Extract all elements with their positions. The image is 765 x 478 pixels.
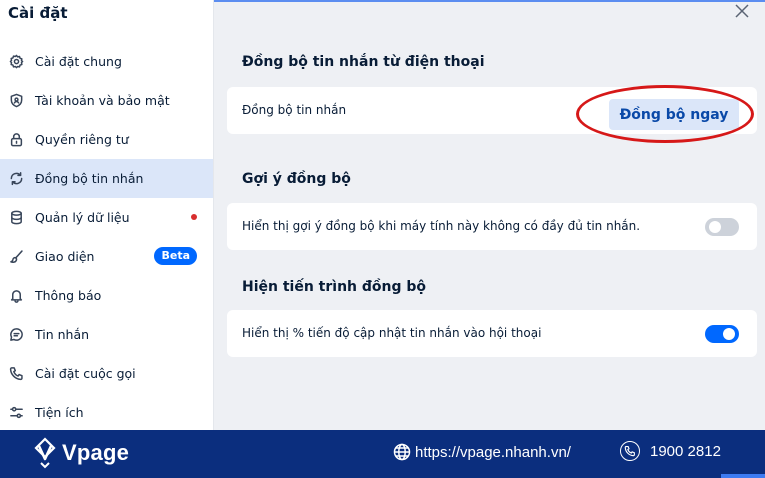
close-icon xyxy=(735,4,749,18)
sliders-icon xyxy=(8,405,24,421)
sidebar-item-data-management[interactable]: Quản lý dữ liệu xyxy=(0,198,213,237)
toggle-knob xyxy=(723,328,735,340)
sidebar-item-label: Đồng bộ tin nhắn xyxy=(35,171,144,186)
sidebar-item-messages[interactable]: Tin nhắn xyxy=(0,315,213,354)
sidebar-item-label: Giao diện xyxy=(35,249,95,264)
section-title-sync-progress: Hiện tiến trình đồng bộ xyxy=(242,279,427,295)
lock-icon xyxy=(8,132,24,148)
sidebar-item-label: Cài đặt cuộc gọi xyxy=(35,366,136,381)
phone-circle-icon xyxy=(620,441,640,461)
sidebar-item-message-sync[interactable]: Đồng bộ tin nhắn xyxy=(0,159,213,198)
section-title-sync-suggestion: Gợi ý đồng bộ xyxy=(242,171,351,187)
sidebar-item-utilities[interactable]: Tiện ích xyxy=(0,393,213,432)
message-icon xyxy=(8,327,24,343)
sync-icon xyxy=(8,171,24,187)
sidebar-item-general[interactable]: Cài đặt chung xyxy=(0,42,213,81)
hotline-number: 1900 2812 xyxy=(650,442,721,460)
notification-dot xyxy=(191,214,197,220)
sidebar-item-account-security[interactable]: Tài khoản và bảo mật xyxy=(0,81,213,120)
sync-progress-toggle[interactable] xyxy=(705,325,739,343)
sidebar-item-label: Quản lý dữ liệu xyxy=(35,210,130,225)
toggle-knob xyxy=(709,221,721,233)
brush-icon xyxy=(8,249,24,265)
globe-icon xyxy=(393,443,411,461)
footer-accent-bar xyxy=(721,474,765,478)
sync-row-label: Đồng bộ tin nhắn xyxy=(242,103,347,117)
gear-icon xyxy=(8,54,24,70)
settings-sidebar: Cài đặt Cài đặt chung Tài khoản và bảo m… xyxy=(0,0,214,430)
sidebar-item-label: Tiện ích xyxy=(35,405,84,420)
bell-icon xyxy=(8,288,24,304)
brand-name: Vpage xyxy=(62,440,130,465)
sync-now-button[interactable]: Đồng bộ ngay xyxy=(609,99,739,130)
sync-suggestion-toggle[interactable] xyxy=(705,218,739,236)
sidebar-item-notifications[interactable]: Thông báo xyxy=(0,276,213,315)
settings-nav: Cài đặt chung Tài khoản và bảo mật Quyền… xyxy=(0,42,213,432)
beta-badge: Beta xyxy=(154,247,197,265)
settings-window: Cài đặt Cài đặt chung Tài khoản và bảo m… xyxy=(0,0,765,430)
phone-icon xyxy=(8,366,24,382)
sidebar-item-label: Tin nhắn xyxy=(35,327,90,342)
sidebar-item-label: Thông báo xyxy=(35,288,102,303)
footer-banner: Vpage https://vpage.nhanh.vn/ 1900 2812 xyxy=(0,430,765,478)
website-url: https://vpage.nhanh.vn/ xyxy=(415,443,571,461)
database-icon xyxy=(8,210,24,226)
sidebar-item-appearance[interactable]: Giao diện Beta xyxy=(0,237,213,276)
sidebar-title: Cài đặt xyxy=(8,4,68,22)
sync-progress-row: Hiển thị % tiến độ cập nhật tin nhắn vào… xyxy=(227,310,757,357)
sidebar-item-call-settings[interactable]: Cài đặt cuộc gọi xyxy=(0,354,213,393)
close-button[interactable] xyxy=(733,2,751,20)
sync-progress-label: Hiển thị % tiến độ cập nhật tin nhắn vào… xyxy=(242,326,542,340)
website-link[interactable]: https://vpage.nhanh.vn/ xyxy=(393,443,571,461)
sidebar-item-label: Quyền riêng tư xyxy=(35,132,129,147)
hotline[interactable]: 1900 2812 xyxy=(620,441,721,461)
sync-now-row: Đồng bộ tin nhắn Đồng bộ ngay xyxy=(227,87,757,134)
vpage-logo-icon xyxy=(34,437,56,469)
sync-suggestion-label: Hiển thị gợi ý đồng bộ khi máy tính này … xyxy=(242,219,641,233)
sidebar-item-privacy[interactable]: Quyền riêng tư xyxy=(0,120,213,159)
sidebar-item-label: Tài khoản và bảo mật xyxy=(35,93,170,108)
brand: Vpage xyxy=(30,437,129,469)
sync-suggestion-row: Hiển thị gợi ý đồng bộ khi máy tính này … xyxy=(227,203,757,250)
section-title-sync-from-phone: Đồng bộ tin nhắn từ điện thoại xyxy=(242,54,485,70)
sidebar-item-label: Cài đặt chung xyxy=(35,54,122,69)
shield-icon xyxy=(8,93,24,109)
